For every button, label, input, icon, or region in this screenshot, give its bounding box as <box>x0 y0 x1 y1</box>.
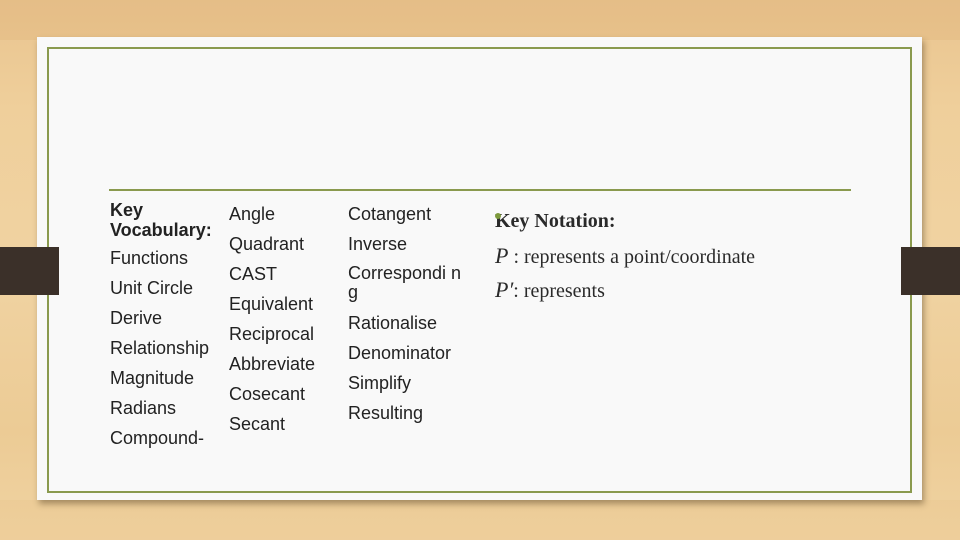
vocabulary-column-1: Key Vocabulary: Functions Unit Circle De… <box>110 200 212 453</box>
key-notation-title: Key Notation: <box>495 210 616 232</box>
notation-description: : represents <box>513 280 605 302</box>
right-decorative-tab <box>901 247 960 295</box>
vocab-term: Magnitude <box>110 368 195 388</box>
title-divider-line <box>109 189 851 191</box>
vocabulary-heading-line1: Key <box>110 200 144 220</box>
vocab-term: Quadrant <box>229 234 305 254</box>
vocab-term: Derive <box>110 308 163 328</box>
vocabulary-column-3: Cotangent Inverse Correspondi ng Rationa… <box>348 199 468 428</box>
notation-description: : represents a point/coordinate <box>508 246 756 268</box>
vocab-term: Simplify <box>348 373 412 393</box>
bullet-dot-icon <box>495 213 501 219</box>
vocab-term: Radians <box>110 398 177 418</box>
wood-texture <box>0 500 960 540</box>
vocab-term: Secant <box>229 414 286 434</box>
vocab-term: Functions <box>110 248 189 268</box>
vocabulary-heading-line2: Vocabulary: <box>110 220 212 240</box>
vocab-term: Correspondi ng <box>348 263 462 302</box>
vocab-term: Rationalise <box>348 313 438 333</box>
key-notation-section: Key Notation: P : represents a point/coo… <box>495 206 755 310</box>
wood-texture <box>0 0 960 40</box>
vocab-term: CAST <box>229 264 278 284</box>
vocab-term: Reciprocal <box>229 324 315 344</box>
vocab-term: Unit Circle <box>110 278 194 298</box>
vocab-term: Resulting <box>348 403 424 423</box>
vocabulary-column-2: Angle Quadrant CAST Equivalent Reciproca… <box>229 199 315 439</box>
vocab-term: Denominator <box>348 343 452 363</box>
vocab-term: Relationship <box>110 338 210 358</box>
vocab-term: Abbreviate <box>229 354 316 374</box>
vocab-term: Angle <box>229 204 276 224</box>
vocabulary-heading: Key Vocabulary: <box>110 200 212 240</box>
vocab-term: Equivalent <box>229 294 314 314</box>
left-decorative-tab <box>0 247 59 295</box>
vocab-term: Cosecant <box>229 384 306 404</box>
vocab-term: Compound- <box>110 428 205 448</box>
notation-symbol: P <box>495 243 509 268</box>
vocab-term: Cotangent <box>348 204 432 224</box>
vocab-term: Inverse <box>348 234 408 254</box>
notation-symbol: P′ <box>495 277 514 302</box>
